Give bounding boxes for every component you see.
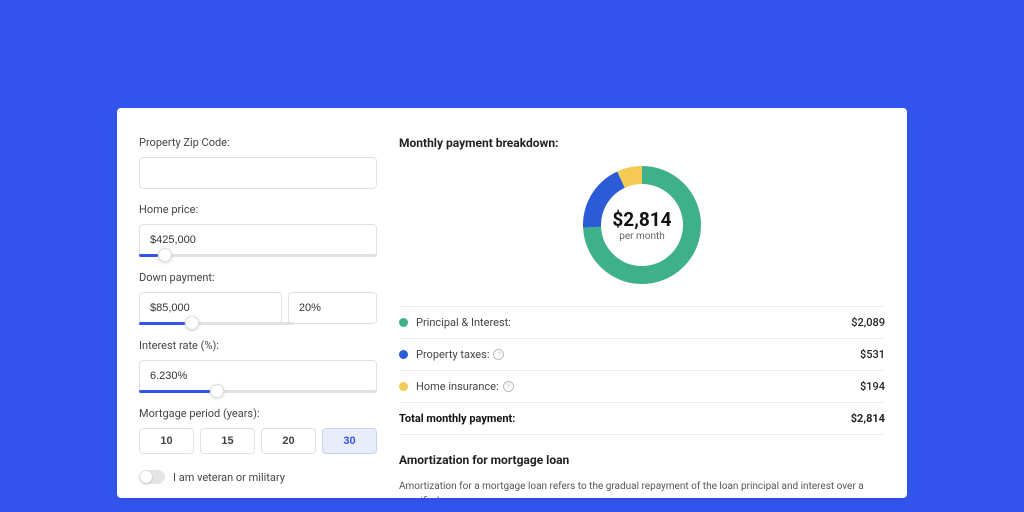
zip-input[interactable]	[139, 157, 377, 189]
legend-label: Property taxes: ?	[416, 348, 860, 361]
amort-title: Amortization for mortgage loan	[399, 453, 885, 467]
legend-value: $194	[860, 380, 885, 393]
donut-chart: $2,814 per month	[399, 162, 885, 288]
legend-row-insurance: Home insurance: ? $194	[399, 371, 885, 403]
period-30-button[interactable]: 30	[322, 428, 377, 454]
zip-field: Property Zip Code:	[139, 136, 377, 189]
down-payment-field: Down payment:	[139, 271, 377, 325]
legend-value: $531	[860, 348, 885, 361]
interest-label: Interest rate (%):	[139, 339, 377, 352]
period-buttons: 10 15 20 30	[139, 428, 377, 454]
interest-field: Interest rate (%):	[139, 339, 377, 393]
legend-value: $2,089	[851, 316, 885, 329]
interest-input[interactable]	[139, 360, 377, 392]
slider-fill	[139, 254, 158, 257]
legend-row-total: Total monthly payment: $2,814	[399, 403, 885, 435]
dot-icon	[399, 350, 408, 359]
legend-label-text: Home insurance:	[416, 380, 499, 393]
period-label: Mortgage period (years):	[139, 407, 377, 420]
amort-text: Amortization for a mortgage loan refers …	[399, 479, 885, 498]
veteran-label: I am veteran or military	[173, 471, 285, 484]
legend-label: Principal & Interest:	[416, 316, 851, 329]
legend-row-taxes: Property taxes: ? $531	[399, 339, 885, 371]
breakdown-title: Monthly payment breakdown:	[399, 136, 885, 150]
legend-label-text: Property taxes:	[416, 348, 489, 361]
toggle-knob	[140, 471, 152, 483]
slider-fill	[139, 322, 185, 325]
home-price-input[interactable]	[139, 224, 377, 256]
down-payment-label: Down payment:	[139, 271, 377, 284]
period-field: Mortgage period (years): 10 15 20 30	[139, 407, 377, 454]
veteran-toggle[interactable]	[139, 470, 165, 484]
period-10-button[interactable]: 10	[139, 428, 194, 454]
calculator-card: Property Zip Code: Home price: Down paym…	[117, 108, 907, 498]
home-price-label: Home price:	[139, 203, 377, 216]
period-15-button[interactable]: 15	[200, 428, 255, 454]
slider-thumb[interactable]	[158, 248, 172, 262]
form-panel: Property Zip Code: Home price: Down paym…	[139, 136, 377, 486]
total-label: Total monthly payment:	[399, 412, 851, 425]
amortization-section: Amortization for mortgage loan Amortizat…	[399, 453, 885, 498]
interest-slider[interactable]	[139, 390, 377, 393]
legend-label: Home insurance: ?	[416, 380, 860, 393]
down-payment-input[interactable]	[139, 292, 282, 324]
slider-thumb[interactable]	[185, 316, 199, 330]
total-value: $2,814	[851, 412, 885, 425]
veteran-toggle-row: I am veteran or military	[139, 470, 377, 484]
results-panel: Monthly payment breakdown: $2,814 per mo…	[399, 136, 885, 486]
legend: Principal & Interest: $2,089 Property ta…	[399, 306, 885, 435]
dot-icon	[399, 318, 408, 327]
down-payment-slider[interactable]	[139, 322, 294, 325]
home-price-slider[interactable]	[139, 254, 377, 257]
dot-icon	[399, 382, 408, 391]
home-price-field: Home price:	[139, 203, 377, 257]
donut-amount: $2,814	[612, 208, 671, 231]
slider-thumb[interactable]	[210, 384, 224, 398]
slider-fill	[139, 390, 210, 393]
info-icon[interactable]: ?	[493, 349, 504, 360]
donut-sub: per month	[619, 231, 665, 242]
down-payment-pct-input[interactable]	[288, 292, 377, 324]
legend-row-principal: Principal & Interest: $2,089	[399, 307, 885, 339]
info-icon[interactable]: ?	[503, 381, 514, 392]
period-20-button[interactable]: 20	[261, 428, 316, 454]
zip-label: Property Zip Code:	[139, 136, 377, 149]
